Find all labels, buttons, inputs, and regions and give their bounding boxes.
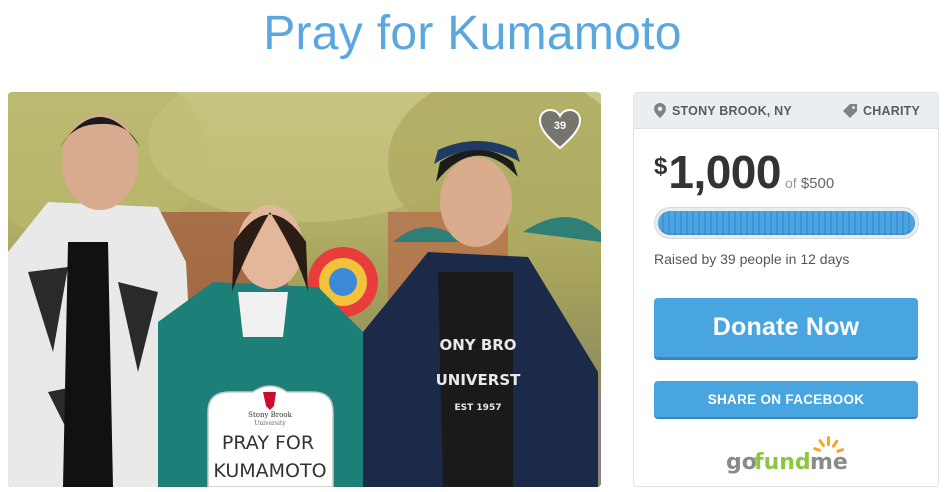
currency-symbol: $ (654, 153, 668, 180)
goal-value: $500 (800, 175, 835, 192)
sign-line-2: KUMAMOTO (213, 460, 326, 482)
donate-now-button[interactable]: Donate Now (654, 298, 918, 360)
card-header: STONY BROOK, NY CHARITY (634, 93, 938, 129)
shirt-line-1: ONY BRO (439, 336, 516, 354)
category-text: CHARITY (863, 103, 920, 118)
shirt-line-3: EST 1957 (455, 403, 502, 413)
page-title: Pray for Kumamoto (263, 7, 682, 60)
campaign-photo: Stony Brook University PRAY FOR KUMAMOTO… (8, 92, 601, 487)
category[interactable]: CHARITY (843, 103, 920, 118)
gofundme-logo-art: go fund me (726, 436, 848, 475)
favorite-heart-button[interactable]: 39 (538, 108, 582, 152)
amount-raised: $ 1,000 of $500 (654, 145, 834, 199)
logo-me: me (810, 450, 848, 475)
goal-amount: of $500 (785, 175, 834, 192)
progress-fill (658, 211, 915, 235)
shirt-line-2: UNIVERST (436, 371, 522, 389)
location[interactable]: STONY BROOK, NY (654, 103, 792, 118)
campaign-photo-art: Stony Brook University PRAY FOR KUMAMOTO… (8, 92, 601, 487)
share-on-facebook-button[interactable]: SHARE ON FACEBOOK (654, 381, 918, 419)
progress-bar (654, 207, 919, 239)
gofundme-logo[interactable]: go fund me (724, 433, 854, 477)
sign-subheader: University (254, 420, 286, 427)
sign-line-1: PRAY FOR (222, 432, 314, 454)
donation-card: STONY BROOK, NY CHARITY $ 1,000 of $500 … (633, 92, 939, 487)
sign-header: Stony Brook (248, 411, 292, 419)
location-pin-icon (654, 103, 666, 118)
logo-go: go (726, 450, 757, 475)
goal-prefix: of (784, 175, 797, 191)
raised-amount: 1,000 (668, 146, 781, 198)
logo-fund: fund (754, 450, 811, 475)
raised-by-text: Raised by 39 people in 12 days (654, 251, 850, 267)
tag-icon (843, 103, 858, 118)
location-text: STONY BROOK, NY (672, 103, 792, 118)
heart-count: 39 (553, 120, 567, 132)
